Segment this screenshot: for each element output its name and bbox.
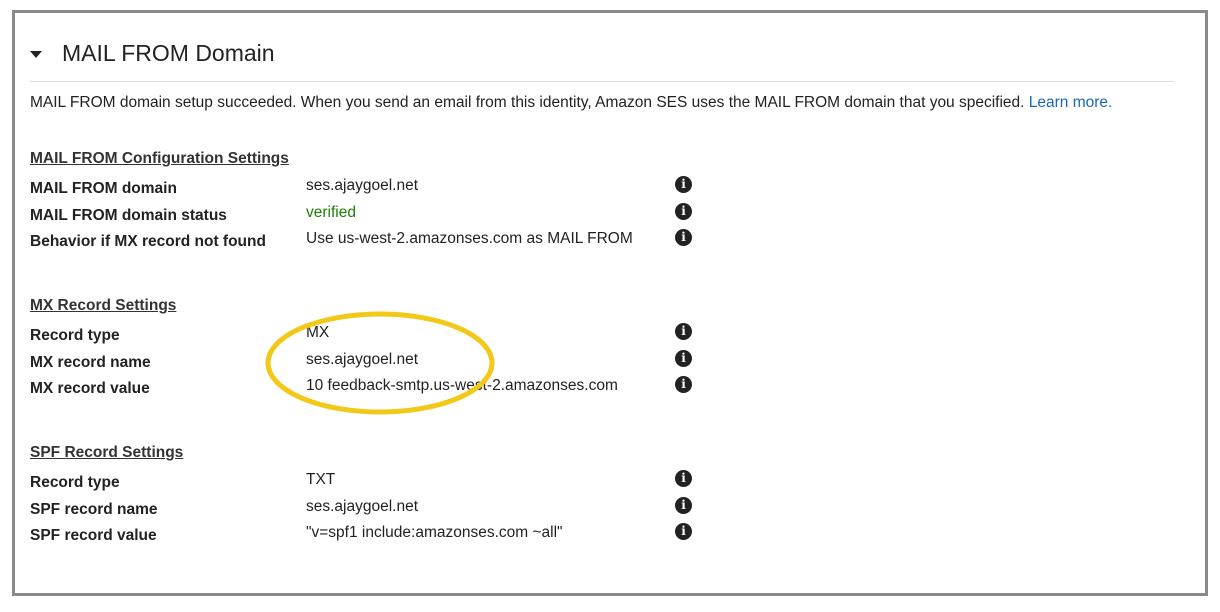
row-label: Record type xyxy=(30,474,120,491)
settings-row: MAIL FROM domain ses.ajaygoel.net i xyxy=(30,172,692,199)
panel-title: MAIL FROM Domain xyxy=(62,40,275,66)
mx-section-title: MX Record Settings xyxy=(30,297,177,314)
row-value: ses.ajaygoel.net xyxy=(306,177,419,194)
info-icon[interactable]: i xyxy=(675,176,692,193)
learn-more-link[interactable]: Learn more. xyxy=(1029,94,1113,111)
info-icon[interactable]: i xyxy=(675,323,692,340)
info-icon[interactable]: i xyxy=(675,470,692,487)
row-label: MAIL FROM domain status xyxy=(30,206,227,224)
row-label: Behavior if MX record not found xyxy=(30,233,266,250)
info-icon[interactable]: i xyxy=(675,202,692,220)
settings-row: MX record name ses.ajaygoel.net i xyxy=(30,346,692,373)
info-icon[interactable]: i xyxy=(675,229,692,246)
mx-section: MX Record Settings Record type MX i MX r… xyxy=(30,297,692,399)
row-value: Use us-west-2.amazonses.com as MAIL FROM xyxy=(306,230,633,247)
info-icon[interactable]: i xyxy=(675,496,692,514)
row-label: Record type xyxy=(30,327,120,344)
settings-row: MAIL FROM domain status verified i xyxy=(30,199,692,226)
info-icon[interactable]: i xyxy=(675,349,692,367)
panel-header[interactable]: MAIL FROM Domain xyxy=(30,40,275,67)
spf-section-title: SPF Record Settings xyxy=(30,444,184,461)
row-label: MX record value xyxy=(30,380,150,397)
header-divider xyxy=(30,81,1174,82)
row-value: ses.ajaygoel.net xyxy=(306,497,419,515)
config-section-title: MAIL FROM Configuration Settings xyxy=(30,150,289,167)
config-section: MAIL FROM Configuration Settings MAIL FR… xyxy=(30,150,692,252)
highlight-annotation xyxy=(265,311,495,415)
info-icon[interactable]: i xyxy=(675,523,692,540)
settings-row: MX record value 10 feedback-smtp.us-west… xyxy=(30,372,692,399)
row-label: SPF record name xyxy=(30,500,158,518)
settings-row: Record type MX i xyxy=(30,319,692,346)
row-label: SPF record value xyxy=(30,527,157,544)
caret-down-icon[interactable] xyxy=(30,51,42,58)
status-value: verified xyxy=(306,203,356,221)
settings-row: SPF record name ses.ajaygoel.net i xyxy=(30,493,692,520)
row-label: MAIL FROM domain xyxy=(30,180,177,197)
row-label: MX record name xyxy=(30,353,151,371)
info-icon[interactable]: i xyxy=(675,376,692,393)
description-text: MAIL FROM domain setup succeeded. When y… xyxy=(30,94,1029,111)
settings-row: Behavior if MX record not found Use us-w… xyxy=(30,225,692,252)
spf-section: SPF Record Settings Record type TXT i SP… xyxy=(30,444,692,546)
settings-row: SPF record value "v=spf1 include:amazons… xyxy=(30,519,692,546)
settings-row: Record type TXT i xyxy=(30,466,692,493)
row-value: "v=spf1 include:amazonses.com ~all" xyxy=(306,524,563,541)
panel-description: MAIL FROM domain setup succeeded. When y… xyxy=(30,94,1112,112)
row-value: TXT xyxy=(306,471,336,488)
